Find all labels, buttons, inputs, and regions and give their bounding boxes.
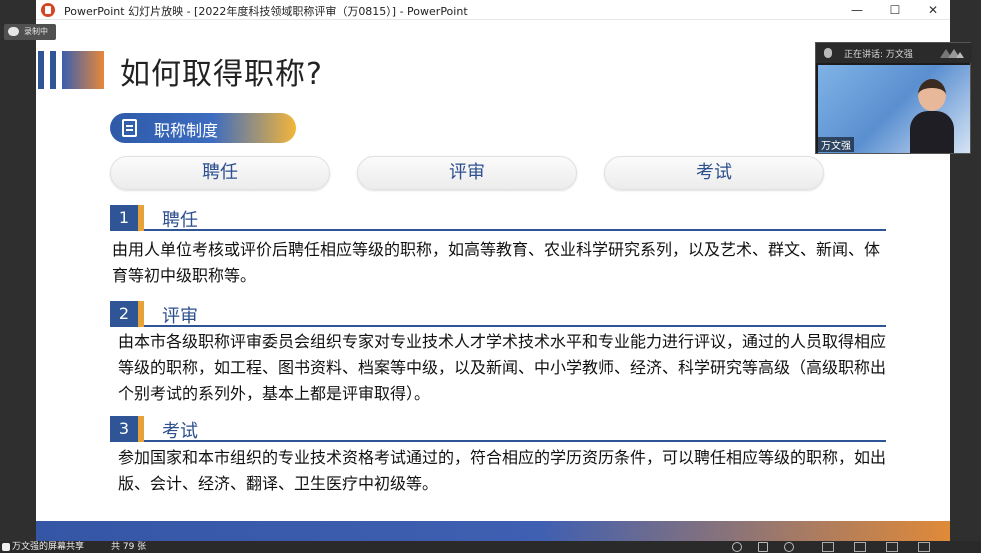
system-pill: 职称制度	[110, 113, 296, 143]
previous-slide-button[interactable]	[732, 542, 742, 552]
recording-indicator[interactable]: 录制中	[4, 24, 56, 40]
microphone-icon	[824, 48, 832, 58]
decoration-bar	[62, 51, 104, 89]
slide-title: 如何取得职称?	[120, 57, 323, 92]
signal-icon	[940, 49, 964, 58]
section-title: 评审	[162, 306, 198, 327]
slide-sorter-button[interactable]	[854, 542, 866, 552]
slide-menu-button[interactable]	[758, 542, 768, 552]
webcam-header: 正在讲话: 万文强	[816, 43, 972, 63]
screen-share-bar: 万文强的屏幕共享 共 79 张	[0, 541, 981, 553]
category-pill-pingshen: 评审	[357, 156, 577, 190]
category-pill-pinren: 聘任	[110, 156, 330, 190]
presenter-head	[918, 79, 946, 111]
next-slide-button[interactable]	[784, 542, 794, 552]
presenter-body	[910, 111, 954, 153]
screen-share-label: 万文强的屏幕共享	[12, 542, 85, 552]
speaking-label: 正在讲话: 万文强	[844, 50, 913, 60]
slide-footer-bar	[36, 521, 950, 543]
section-title: 考试	[162, 421, 198, 442]
title-decoration	[38, 51, 104, 89]
powerpoint-window: PowerPoint 幻灯片放映 - [2022年度科技领域职称评审（万0815…	[36, 0, 950, 543]
minimize-button[interactable]: —	[846, 1, 868, 19]
webcam-name-tag: 万文强	[818, 137, 854, 152]
recording-label: 录制中	[24, 27, 48, 36]
section-header: 3 考试	[110, 416, 886, 442]
window-title: PowerPoint 幻灯片放映 - [2022年度科技领域职称评审（万0815…	[64, 5, 468, 18]
section-number: 2	[110, 301, 144, 327]
powerpoint-app-icon	[41, 3, 55, 17]
section-number: 1	[110, 205, 144, 231]
reading-view-button[interactable]	[886, 542, 898, 552]
section-title: 聘任	[162, 210, 198, 231]
section-header: 2 评审	[110, 301, 886, 327]
slideshow-view-button[interactable]	[918, 542, 930, 552]
slide[interactable]: 如何取得职称? 职称制度 聘任 评审 考试 1 聘任 由用人单位考核或评价后聘任…	[36, 21, 950, 543]
window-titlebar: PowerPoint 幻灯片放映 - [2022年度科技领域职称评审（万0815…	[36, 0, 950, 20]
section-body: 参加国家和本市组织的专业技术资格考试通过的，符合相应的学历资历条件，可以聘任相应…	[118, 448, 887, 493]
decoration-bar	[38, 51, 44, 89]
system-pill-label: 职称制度	[154, 121, 219, 140]
meeting-screen: PowerPoint 幻灯片放映 - [2022年度科技领域职称评审（万0815…	[0, 0, 981, 553]
microphone-icon	[2, 543, 10, 551]
category-pill-kaoshi: 考试	[604, 156, 824, 190]
maximize-button[interactable]: ☐	[884, 1, 906, 19]
webcam-panel[interactable]: 正在讲话: 万文强 万文强	[815, 42, 972, 154]
slide-count: 共 79 张	[111, 542, 147, 552]
document-icon	[122, 119, 137, 137]
close-button[interactable]: ✕	[922, 1, 944, 19]
decoration-bar	[50, 51, 56, 89]
cloud-icon	[8, 27, 19, 36]
normal-view-button[interactable]	[822, 542, 834, 552]
section-body: 由用人单位考核或评价后聘任相应等级的职称，如高等教育、农业科学研究系列，以及艺术…	[112, 240, 881, 285]
section-header: 1 聘任	[110, 205, 886, 231]
section-number: 3	[110, 416, 144, 442]
section-body: 由本市各级职称评审委员会组织专家对专业技术人才学术技术水平和专业能力进行评议，通…	[118, 332, 887, 403]
presenter-figure	[910, 79, 954, 153]
